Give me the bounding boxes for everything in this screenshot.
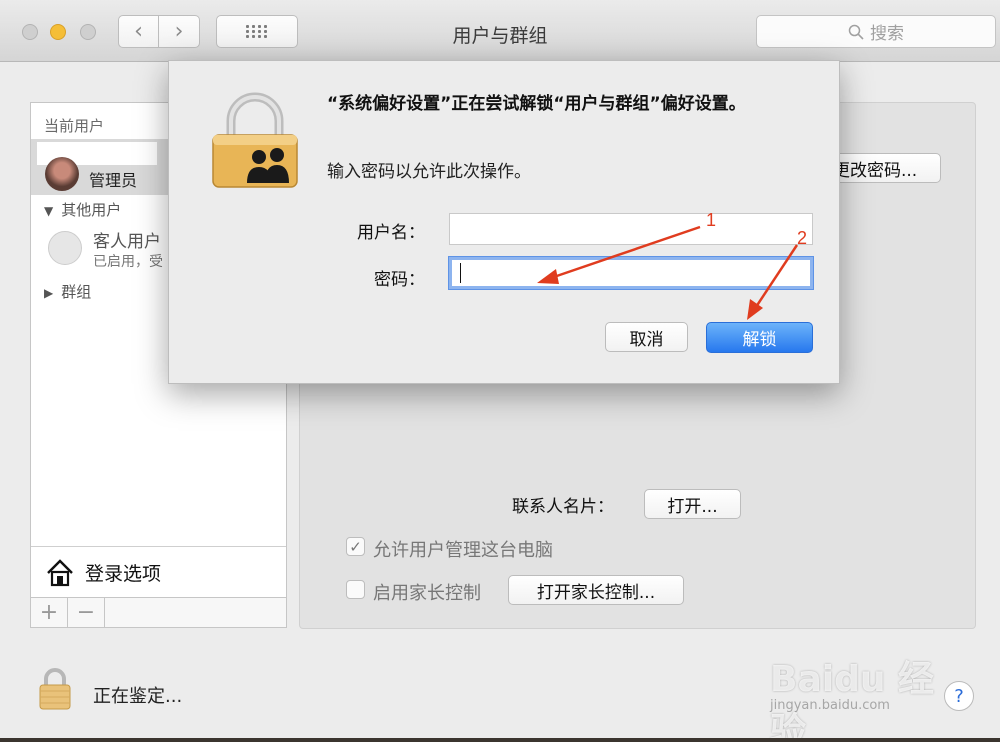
open-contact-card-button[interactable]: 打开... bbox=[644, 489, 741, 519]
chevron-right-icon: › bbox=[174, 19, 184, 44]
allow-admin-checkbox[interactable]: ✓ bbox=[346, 537, 365, 556]
password-label: 密码： bbox=[374, 270, 425, 290]
back-button[interactable]: ‹ bbox=[118, 15, 159, 48]
login-options-label: 登录选项 bbox=[85, 563, 162, 585]
guest-user-status: 已启用，受 bbox=[93, 254, 163, 270]
unlock-dialog: “系统偏好设置”正在尝试解锁“用户与群组”偏好设置。 输入密码以允许此次操作。 … bbox=[168, 60, 840, 384]
zoom-window-button[interactable] bbox=[80, 24, 96, 40]
parental-controls-label: 启用家长控制 bbox=[373, 583, 481, 604]
open-parental-controls-button[interactable]: 打开家长控制... bbox=[508, 575, 684, 605]
baidu-watermark: Baidu 经验 jingyan.baidu.com bbox=[770, 638, 950, 738]
other-users-header[interactable]: ▼ 其他用户 bbox=[44, 199, 121, 220]
search-placeholder: 搜索 bbox=[870, 24, 904, 44]
password-field[interactable] bbox=[449, 257, 813, 289]
lock-icon[interactable] bbox=[38, 668, 72, 710]
help-button[interactable]: ? bbox=[944, 681, 974, 711]
username-field[interactable] bbox=[449, 213, 813, 245]
chevron-left-icon: ‹ bbox=[134, 19, 143, 44]
dialog-instruction: 输入密码以允许此次操作。 bbox=[327, 162, 531, 182]
unlock-button[interactable]: 解锁 bbox=[706, 322, 813, 353]
guest-avatar-icon bbox=[48, 231, 82, 265]
current-users-header: 当前用户 bbox=[44, 117, 105, 135]
search-field[interactable]: 搜索 bbox=[756, 15, 996, 48]
title-bar: ‹ › 用户与群组 搜索 bbox=[0, 0, 1000, 62]
add-user-button[interactable]: + bbox=[31, 598, 68, 627]
grid-icon bbox=[246, 24, 268, 39]
padlock-users-icon bbox=[212, 92, 298, 188]
disclosure-open-icon: ▼ bbox=[44, 204, 54, 218]
text-caret bbox=[460, 263, 461, 283]
watermark-logo: Baidu 经验 bbox=[770, 659, 935, 738]
groups-header[interactable]: ▶ 群组 bbox=[44, 281, 91, 302]
allow-admin-label: 允许用户管理这台电脑 bbox=[373, 540, 553, 561]
window-title: 用户与群组 bbox=[452, 25, 548, 47]
minimize-window-button[interactable] bbox=[50, 24, 66, 40]
username-label: 用户名： bbox=[357, 223, 425, 243]
parental-controls-checkbox[interactable] bbox=[346, 580, 365, 599]
system-preferences-window: ‹ › 用户与群组 搜索 当前用户 管理员 ▼ 其他用户 客人用户 已启用，受 ▶… bbox=[0, 0, 1000, 738]
add-remove-bar: + − bbox=[30, 598, 287, 628]
guest-user-name[interactable]: 客人用户 bbox=[93, 227, 161, 252]
contact-card-label: 联系人名片： bbox=[512, 497, 614, 517]
admin-role-label: 管理员 bbox=[89, 171, 138, 190]
authenticating-status: 正在鉴定... bbox=[93, 686, 183, 707]
house-icon bbox=[47, 558, 73, 586]
forward-button[interactable]: › bbox=[159, 15, 200, 48]
user-avatar bbox=[45, 157, 79, 191]
dialog-message: “系统偏好设置”正在尝试解锁“用户与群组”偏好设置。 bbox=[327, 94, 746, 114]
show-all-button[interactable] bbox=[216, 15, 298, 48]
login-options-item[interactable]: 登录选项 bbox=[31, 546, 286, 598]
watermark-url: jingyan.baidu.com bbox=[770, 698, 890, 713]
search-icon bbox=[848, 24, 864, 40]
remove-user-button[interactable]: − bbox=[68, 598, 105, 627]
disclosure-closed-icon: ▶ bbox=[44, 286, 54, 300]
cancel-button[interactable]: 取消 bbox=[605, 322, 688, 352]
close-window-button[interactable] bbox=[22, 24, 38, 40]
